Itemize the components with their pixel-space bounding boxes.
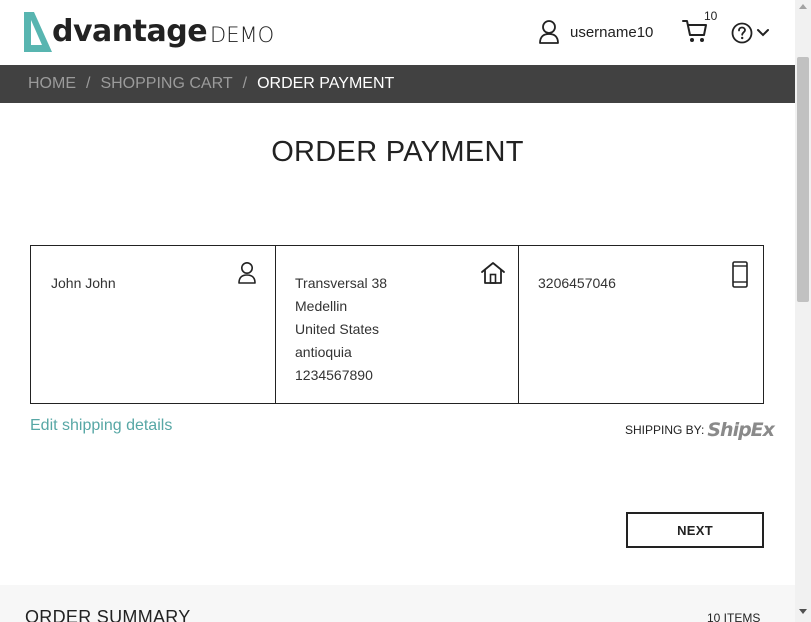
site-header: dvantage DEMO username10 10 (0, 0, 795, 65)
help-icon (731, 22, 753, 44)
breadcrumb: HOME / SHOPPING CART / ORDER PAYMENT (0, 65, 795, 103)
person-icon (238, 262, 256, 284)
shipping-phone: 3206457046 (538, 275, 616, 291)
shipping-details: John John Transversal 38 Medellin United… (30, 245, 764, 404)
address-line: United States (295, 321, 380, 337)
shipping-by-label: SHIPPING BY: (625, 423, 705, 437)
shipping-by: SHIPPING BY: ShipEx (625, 419, 775, 441)
scroll-up-icon[interactable] (799, 4, 807, 9)
page-scrollbar[interactable] (795, 0, 811, 622)
breadcrumb-order-payment: ORDER PAYMENT (257, 75, 395, 92)
username-label: username10 (570, 23, 654, 41)
shipping-name: John John (51, 275, 116, 291)
chevron-down-icon (757, 29, 769, 37)
user-icon (539, 20, 559, 44)
address-line: Medellin (295, 298, 348, 314)
scroll-down-icon[interactable] (799, 609, 807, 614)
order-summary-items: 10 ITEMS (707, 611, 761, 622)
address-line: 1234567890 (295, 367, 373, 383)
logo[interactable]: dvantage DEMO (22, 10, 274, 54)
order-summary-bar[interactable]: ORDER SUMMARY 10 ITEMS (0, 585, 795, 622)
shipping-address-box: Transversal 38 Medellin United States an… (276, 246, 519, 403)
breadcrumb-home[interactable]: HOME (28, 75, 76, 93)
edit-shipping-link[interactable]: Edit shipping details (30, 417, 172, 435)
logo-text: dvantage (52, 14, 208, 49)
breadcrumb-separator: / (86, 75, 91, 92)
logo-a-icon (24, 12, 52, 52)
phone-icon (732, 261, 748, 288)
carrier-logo: ShipEx (707, 419, 775, 441)
help-menu[interactable] (731, 22, 770, 44)
scrollbar-thumb[interactable] (797, 57, 809, 302)
order-summary-title: ORDER SUMMARY (25, 607, 191, 622)
address-line: antioquia (295, 344, 352, 360)
logo-demo: DEMO (210, 23, 275, 47)
home-icon (481, 262, 505, 284)
breadcrumb-separator: / (242, 75, 248, 92)
cart-button[interactable]: 10 (682, 9, 717, 49)
page-title: ORDER PAYMENT (271, 136, 524, 168)
next-button[interactable]: NEXT (626, 512, 764, 548)
shipping-name-box: John John (31, 246, 276, 403)
shipping-phone-box: 3206457046 (519, 246, 763, 403)
breadcrumb-shopping-cart[interactable]: SHOPPING CART (100, 75, 232, 93)
user-menu[interactable]: username10 (538, 19, 653, 45)
cart-count-badge: 10 (704, 9, 718, 23)
